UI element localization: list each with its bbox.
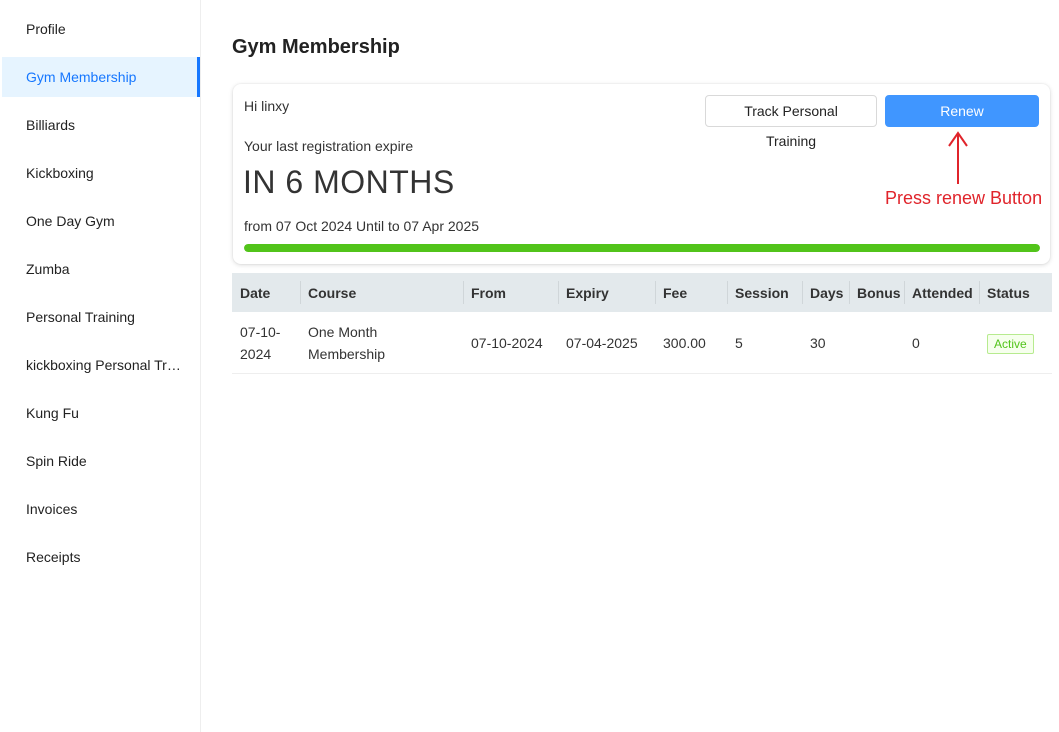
cell-course: One Month Membership bbox=[300, 312, 463, 374]
column-header-fee: Fee bbox=[655, 273, 727, 312]
membership-card: Hi linxy Your last registration expire I… bbox=[233, 84, 1050, 264]
sidebar-item-profile[interactable]: Profile bbox=[0, 9, 200, 49]
sidebar-menu: Profile Gym Membership Billiards Kickbox… bbox=[0, 0, 201, 732]
renew-membership-button[interactable]: Renew Membership bbox=[885, 95, 1039, 149]
column-header-session: Session bbox=[727, 273, 802, 312]
cell-expiry: 07-04-2025 bbox=[558, 312, 655, 374]
column-header-from: From bbox=[463, 273, 558, 312]
sidebar-item-billiards[interactable]: Billiards bbox=[0, 105, 200, 145]
cell-fee: 300.00 bbox=[655, 312, 727, 374]
column-header-date: Date bbox=[232, 273, 300, 312]
column-header-attended: Attended bbox=[904, 273, 979, 312]
sidebar-item-kung-fu[interactable]: Kung Fu bbox=[0, 393, 200, 433]
sidebar-item-receipts[interactable]: Receipts bbox=[0, 537, 200, 577]
sidebar-item-gym-membership[interactable]: Gym Membership bbox=[2, 57, 200, 97]
annotation-arrow-icon bbox=[948, 131, 968, 184]
column-header-status: Status bbox=[979, 273, 1052, 312]
sidebar-item-zumba[interactable]: Zumba bbox=[0, 249, 200, 289]
column-header-course: Course bbox=[300, 273, 463, 312]
sidebar-item-kickboxing[interactable]: Kickboxing bbox=[0, 153, 200, 193]
cell-status: Active bbox=[979, 312, 1052, 374]
page-title: Gym Membership bbox=[232, 36, 400, 58]
status-badge: Active bbox=[987, 333, 1034, 354]
expire-value: IN 6 MONTHS bbox=[243, 164, 455, 200]
column-header-expiry: Expiry bbox=[558, 273, 655, 312]
annotation-text: Press renew Button bbox=[885, 188, 1043, 208]
cell-from: 07-10-2024 bbox=[463, 312, 558, 374]
greeting-text: Hi linxy bbox=[244, 98, 290, 114]
membership-progress-bar bbox=[244, 244, 1040, 252]
membership-progress-fill bbox=[244, 244, 1040, 252]
cell-date: 07-10-2024 bbox=[232, 312, 300, 374]
cell-session: 5 bbox=[727, 312, 802, 374]
column-header-days: Days bbox=[802, 273, 849, 312]
cell-bonus bbox=[849, 312, 904, 374]
expire-label: Your last registration expire bbox=[244, 138, 414, 154]
table-row: 07-10-2024 One Month Membership 07-10-20… bbox=[232, 312, 1052, 374]
cell-attended: 0 bbox=[904, 312, 979, 374]
sidebar-item-spin-ride[interactable]: Spin Ride bbox=[0, 441, 200, 481]
track-personal-training-button[interactable]: Track Personal Training bbox=[705, 95, 877, 149]
membership-table: Date Course From Expiry Fee Session Days… bbox=[232, 273, 1052, 374]
sidebar-item-kickboxing-personal-training[interactable]: kickboxing Personal Trai... bbox=[0, 345, 200, 385]
sidebar-item-one-day-gym[interactable]: One Day Gym bbox=[0, 201, 200, 241]
table-header-row: Date Course From Expiry Fee Session Days… bbox=[232, 273, 1052, 312]
cell-days: 30 bbox=[802, 312, 849, 374]
sidebar-item-invoices[interactable]: Invoices bbox=[0, 489, 200, 529]
column-header-bonus: Bonus bbox=[849, 273, 904, 312]
sidebar-item-personal-training[interactable]: Personal Training bbox=[0, 297, 200, 337]
membership-date-range: from 07 Oct 2024 Until to 07 Apr 2025 bbox=[244, 218, 480, 234]
